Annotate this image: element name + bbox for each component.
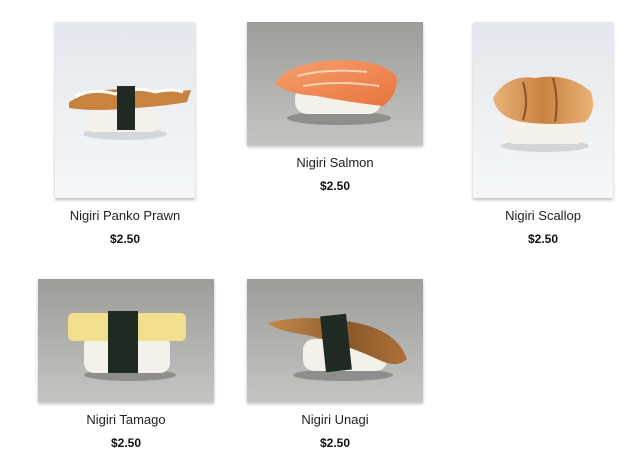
product-price: $2.50 bbox=[109, 232, 141, 246]
nigiri-unagi-photo[interactable] bbox=[247, 279, 423, 402]
product-name[interactable]: Nigiri Panko Prawn bbox=[55, 208, 195, 223]
product-card[interactable]: Nigiri Tamago $2.50 bbox=[38, 279, 214, 455]
product-name[interactable]: Nigiri Tamago bbox=[38, 412, 214, 427]
product-price: $2.50 bbox=[110, 436, 142, 450]
product-name[interactable]: Nigiri Unagi bbox=[247, 412, 423, 427]
product-card[interactable]: Nigiri Scallop $2.50 bbox=[473, 22, 613, 252]
product-name[interactable]: Nigiri Scallop bbox=[473, 208, 613, 223]
product-card[interactable]: Nigiri Unagi $2.50 bbox=[247, 279, 423, 455]
product-name[interactable]: Nigiri Salmon bbox=[247, 155, 423, 170]
product-price: $2.50 bbox=[527, 232, 559, 246]
nigiri-scallop-photo[interactable] bbox=[473, 22, 613, 198]
nigiri-panko-prawn-photo[interactable] bbox=[55, 22, 195, 198]
product-price: $2.50 bbox=[319, 436, 351, 450]
product-card[interactable]: Nigiri Panko Prawn $2.50 bbox=[55, 22, 195, 252]
nigiri-tamago-photo[interactable] bbox=[38, 279, 214, 402]
product-card[interactable]: Nigiri Salmon $2.50 bbox=[247, 22, 423, 198]
product-price: $2.50 bbox=[319, 179, 351, 193]
nigiri-salmon-photo[interactable] bbox=[247, 22, 423, 145]
